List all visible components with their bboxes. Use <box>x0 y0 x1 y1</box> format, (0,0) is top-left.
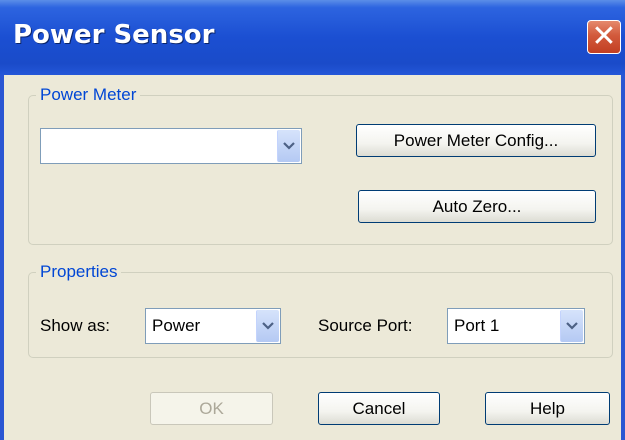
window-title: Power Sensor <box>13 20 215 50</box>
source-port-label: Source Port: <box>318 316 413 335</box>
auto-zero-button[interactable]: Auto Zero... <box>358 190 596 223</box>
close-button[interactable]: ✕ <box>587 20 621 54</box>
power-meter-select[interactable] <box>40 128 302 164</box>
power-meter-config-button[interactable]: Power Meter Config... <box>356 124 596 157</box>
properties-group-title: Properties <box>36 262 122 282</box>
ok-button[interactable]: OK <box>150 392 273 425</box>
close-icon: ✕ <box>591 19 617 54</box>
show-as-select[interactable]: Power <box>145 308 281 344</box>
auto-zero-label: Auto Zero... <box>432 197 522 216</box>
source-port-select[interactable]: Port 1 <box>447 308 585 344</box>
show-as-label: Show as: <box>40 316 110 335</box>
chevron-down-icon <box>566 322 578 330</box>
chevron-down-icon <box>283 142 295 150</box>
window-frame-left <box>0 75 4 440</box>
show-as-value: Power <box>152 316 201 335</box>
show-as-dropdown-button[interactable] <box>256 310 279 342</box>
power-meter-config-label: Power Meter Config... <box>393 131 559 150</box>
window-frame-right <box>621 75 625 440</box>
title-bar[interactable]: Power Sensor ✕ <box>0 0 625 75</box>
source-port-dropdown-button[interactable] <box>560 310 583 342</box>
power-meter-group-title: Power Meter <box>36 85 141 105</box>
power-meter-dropdown-button[interactable] <box>277 130 300 162</box>
chevron-down-icon <box>262 322 274 330</box>
help-label: Help <box>530 399 565 418</box>
help-button[interactable]: Help <box>485 392 610 425</box>
dialog-window: Power Sensor ✕ Power Meter Power Meter C… <box>0 0 625 440</box>
source-port-value: Port 1 <box>454 316 500 335</box>
ok-label: OK <box>199 399 224 418</box>
cancel-label: Cancel <box>352 399 406 418</box>
cancel-button[interactable]: Cancel <box>318 392 440 425</box>
